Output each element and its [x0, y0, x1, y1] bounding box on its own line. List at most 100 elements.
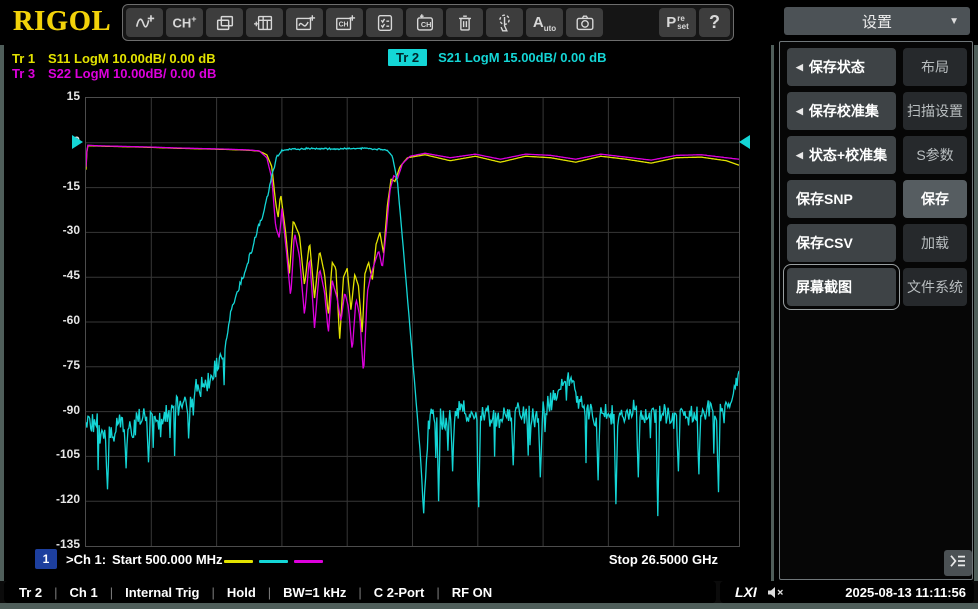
preset-button[interactable]: P re set — [659, 8, 696, 37]
trace2-swatch — [259, 560, 288, 563]
status-active-channel: Ch 1 — [69, 584, 98, 600]
bezel-right — [974, 45, 978, 603]
y-axis-tick: -75 — [62, 357, 80, 372]
folder-channel-icon: CH — [414, 12, 436, 34]
tab-save[interactable]: 保存 — [903, 180, 967, 218]
add-trace-button[interactable] — [126, 8, 163, 37]
settings-dropdown[interactable]: 设置 ▼ — [784, 7, 970, 35]
y-axis-tick: -60 — [62, 313, 80, 327]
status-sweep-mode: Hold — [226, 584, 256, 600]
y-axis-tick: -30 — [62, 223, 80, 238]
sweep-stop-label[interactable]: Stop 26.5000 GHz — [518, 552, 718, 567]
window-trace-add-icon — [294, 12, 316, 34]
trace1-info[interactable]: Tr 1 S11 LogM 10.00dB/ 0.00 dB — [12, 51, 216, 66]
add-channel-window-button[interactable]: CH — [326, 8, 363, 37]
auto-label: A — [532, 14, 544, 31]
toolbar-button-group: CH+ CH CH A uto P re set ? — [122, 4, 734, 41]
tab-load[interactable]: 加载 — [903, 224, 967, 262]
recall-trace-button[interactable] — [366, 8, 403, 37]
menu-item-state-cal[interactable]: ◀ 状态+校准集 — [787, 136, 896, 174]
menu-item-save-cal[interactable]: ◀ 保存校准集 — [787, 92, 896, 130]
channel-badge[interactable]: 1 — [35, 549, 57, 569]
rigol-logo: RIGOL — [12, 6, 112, 37]
trace1-id: Tr 1 — [12, 51, 36, 66]
channel-add-icon: CH+ — [172, 14, 197, 31]
chevron-down-icon: ▼ — [949, 15, 959, 27]
status-right-group: LXI 2025-08-13 11:11:56 — [720, 581, 974, 603]
tab-layout[interactable]: 布局 — [903, 48, 967, 86]
bezel-bottom — [0, 603, 978, 609]
clipboard-check-icon — [374, 12, 396, 34]
speaker-muted-icon[interactable] — [767, 586, 784, 599]
status-active-trace: Tr 2 — [19, 584, 43, 600]
status-bar: Tr 2 | Ch 1 | Internal Trig | Hold | BW=1 kH… — [0, 581, 978, 603]
y-axis-tick: -45 — [62, 268, 80, 283]
plot-canvas — [85, 98, 740, 546]
trace2-active-badge: Tr 2 — [388, 49, 428, 66]
status-left-group: Tr 2 | Ch 1 | Internal Trig | Hold | BW=1 kH… — [4, 581, 716, 603]
menu-collapse-button[interactable] — [944, 550, 972, 576]
touch-button[interactable] — [486, 8, 523, 37]
menu-item-save-csv[interactable]: 保存CSV — [787, 224, 896, 262]
y-axis-tick: -120 — [55, 492, 80, 507]
status-if-bandwidth: BW=1 kHz — [283, 584, 347, 600]
menu-item-save-snp[interactable]: 保存SNP — [787, 180, 896, 218]
lxi-badge: LXI — [735, 584, 757, 600]
tab-sweep-settings[interactable]: 扫描设置 — [903, 92, 967, 130]
help-icon: ? — [709, 12, 720, 32]
channel-row: 1 >Ch 1: Start 500.000 MHz Stop 26.5000 … — [0, 549, 773, 573]
bezel-divider — [771, 45, 774, 581]
camera-icon — [574, 12, 596, 34]
y-axis-tick: -105 — [55, 447, 80, 462]
tab-s-parameters[interactable]: S参数 — [903, 136, 967, 174]
windows-layout-button[interactable] — [206, 8, 243, 37]
window-channel-add-icon: CH — [334, 12, 356, 34]
trace2-info[interactable]: Tr 2 S21 LogM 15.00dB/ 0.00 dB — [388, 49, 607, 66]
touch-icon — [494, 12, 516, 34]
side-menu-panel: ◀ 保存状态 ◀ 保存校准集 ◀ 状态+校准集 保存SNP 保存CSV 屏幕截图 布局… — [779, 41, 973, 580]
trace3-desc: S22 LogM 10.00dB/ 0.00 dB — [48, 66, 217, 81]
trace1-swatch — [224, 560, 253, 563]
trace2-desc: S21 LogM 15.00dB/ 0.00 dB — [438, 50, 607, 65]
datetime-display: 2025-08-13 11:11:56 — [845, 584, 966, 600]
vna-screen: RIGOL CH+ CH CH A uto P re set ? 设置 ▼ Tr… — [0, 0, 978, 609]
channel-label: >Ch 1: — [66, 552, 107, 567]
y-axis-tick: -15 — [62, 178, 80, 193]
trash-icon — [454, 12, 476, 34]
trace3-swatch — [294, 560, 323, 563]
add-table-button[interactable] — [246, 8, 283, 37]
submenu-arrow-icon: ◀ — [796, 105, 803, 116]
settings-dropdown-label: 设置 — [861, 13, 892, 31]
sweep-start-label[interactable]: Start 500.000 MHz — [112, 552, 223, 567]
trace3-id: Tr 3 — [12, 66, 36, 81]
delete-button[interactable] — [446, 8, 483, 37]
y-axis-tick: 15 — [66, 89, 80, 103]
menu-item-save-state[interactable]: ◀ 保存状态 — [787, 48, 896, 86]
svg-text:CH: CH — [338, 21, 348, 28]
screenshot-button[interactable] — [566, 8, 603, 37]
stacked-windows-icon — [214, 12, 236, 34]
y-axis-tick: -90 — [62, 402, 80, 417]
submenu-arrow-icon: ◀ — [796, 149, 803, 160]
table-add-icon — [253, 12, 276, 34]
menu-item-screenshot[interactable]: 屏幕截图 — [783, 264, 900, 310]
trace1-desc: S11 LogM 10.00dB/ 0.00 dB — [48, 51, 216, 66]
submenu-arrow-icon: ◀ — [796, 61, 803, 72]
trace3-info[interactable]: Tr 3 S22 LogM 10.00dB/ 0.00 dB — [12, 66, 216, 81]
add-trace-window-button[interactable] — [286, 8, 323, 37]
status-rf-power: RF ON — [451, 584, 493, 600]
plot-area[interactable] — [85, 97, 740, 547]
svg-text:CH: CH — [420, 20, 431, 29]
auto-scale-button[interactable]: Auto — [526, 8, 563, 37]
trace-add-icon — [134, 12, 156, 34]
reference-level-marker-right[interactable] — [739, 134, 750, 149]
reference-level-marker-left[interactable] — [72, 134, 83, 149]
status-calibration: C 2-Port — [373, 584, 425, 600]
help-button[interactable]: ? — [699, 8, 730, 37]
add-channel-button[interactable]: CH+ — [166, 8, 203, 37]
collapse-menu-icon — [949, 554, 967, 573]
tab-file-system[interactable]: 文件系统 — [903, 268, 967, 306]
status-trigger: Internal Trig — [125, 584, 200, 600]
bezel-left — [0, 45, 4, 603]
recall-channel-button[interactable]: CH — [406, 8, 443, 37]
